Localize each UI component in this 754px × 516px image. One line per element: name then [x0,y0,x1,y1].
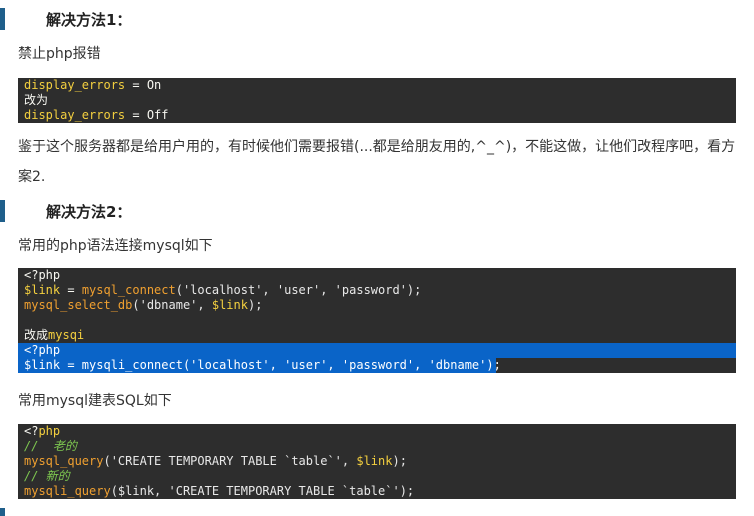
section2-desc2: 常用mysql建表SQL如下 [18,393,172,409]
code-line: 改为 [24,93,49,107]
code-line-selected[interactable]: <?php [18,343,736,358]
code-line: display_errors = Off [24,108,169,122]
code-line: // 老的 [24,439,77,453]
heading-accent-bar [0,8,5,30]
section1-note: 鉴于这个服务器都是给用户用的，有时候他们需要报错(...都是给朋友用的,^_^)… [18,139,736,185]
code-line: <?php [24,424,61,438]
code-block-1: display_errors = On 改为 display_errors = … [18,78,736,123]
heading-accent-bar [0,508,5,516]
section2-desc: 常用的php语法连接mysql如下 [18,238,213,254]
section1-heading: 解决方法1： [0,6,400,32]
heading-accent-bar [0,200,5,222]
code-line: display_errors = On [24,78,162,92]
section1-heading-text: 解决方法1： [46,10,132,29]
code-line-selected[interactable]: $link = mysqli_connect('localhost', 'use… [18,358,501,373]
section2-heading-text: 解决方法2： [46,202,132,221]
code-line: $link = mysql_connect('localhost', 'user… [24,283,422,297]
section1-desc: 禁止php报错 [18,46,101,62]
code-line: mysqli_query($link, 'CREATE TEMPORARY TA… [24,484,415,498]
code-block-3: <?php // 老的 mysql_query('CREATE TEMPORAR… [18,424,736,499]
code-line: mysql_select_db('dbname', $link); [24,298,263,312]
code-line: 改成mysqi [24,328,85,342]
code-line: // 新的 [24,469,70,483]
code-block-2: <?php $link = mysql_connect('localhost',… [18,268,736,373]
code-line: mysql_query('CREATE TEMPORARY TABLE `tab… [24,454,407,468]
section2-heading: 解决方法2： [0,198,400,224]
code-line: <?php [24,268,61,282]
